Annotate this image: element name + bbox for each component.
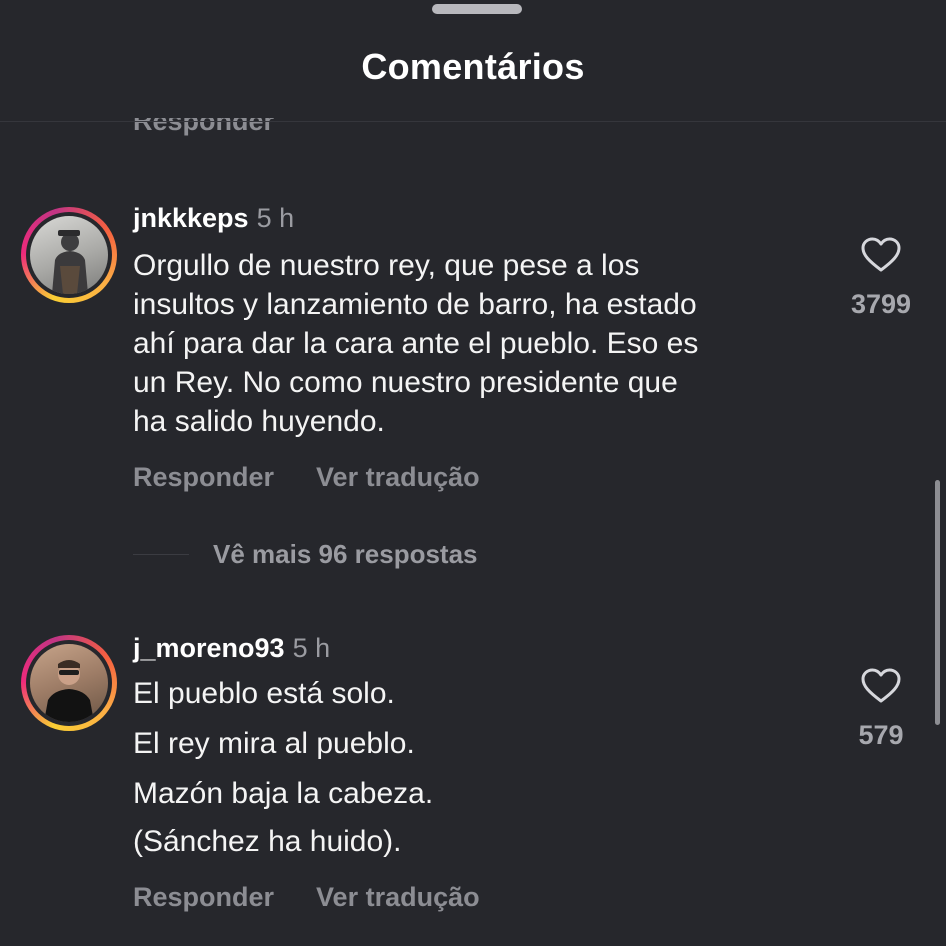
avatar[interactable]: [21, 635, 117, 731]
username-text[interactable]: j_moreno93: [133, 633, 285, 663]
comment-actions: Responder Ver tradução: [133, 882, 480, 913]
comments-sheet: Comentários Responder jnkkkeps 5 h Orgull…: [0, 0, 946, 946]
like-count: 579: [858, 720, 904, 750]
scrollbar[interactable]: [935, 480, 940, 725]
username-text[interactable]: jnkkkeps: [133, 203, 249, 233]
comment-time: 5 h: [292, 633, 331, 663]
page-title: Comentários: [361, 46, 585, 87]
header-divider: [0, 121, 946, 122]
comment-username[interactable]: jnkkkeps 5 h: [133, 203, 294, 234]
comment-text-line: El rey mira al pueblo.: [133, 727, 415, 760]
comment-text-line: El pueblo está solo.: [133, 677, 395, 710]
reply-button[interactable]: Responder: [133, 882, 274, 913]
comment-text-line: insultos y lanzamiento de barro, ha esta…: [133, 288, 697, 321]
translate-button[interactable]: Ver tradução: [316, 462, 480, 493]
replies-divider: [133, 553, 189, 555]
drag-handle[interactable]: [432, 4, 522, 14]
avatar-photo: [30, 216, 108, 294]
comment-text-line: ha salido huyendo.: [133, 405, 385, 438]
comment-text-line: Orgullo de nuestro rey, que pese a los: [133, 249, 640, 282]
like-count: 3799: [850, 289, 912, 319]
comment-text-line: (Sánchez ha huido).: [133, 825, 402, 858]
comment-text-line: ahí para dar la cara ante el pueblo. Eso…: [133, 327, 699, 360]
comment-text-line: un Rey. No como nuestro presidente que: [133, 366, 678, 399]
view-more-replies[interactable]: Vê mais 96 respostas: [133, 534, 478, 574]
comment-time: 5 h: [256, 203, 295, 233]
comment-username[interactable]: j_moreno93 5 h: [133, 633, 330, 664]
comment-text-line: Mazón baja la cabeza.: [133, 777, 434, 810]
translate-button[interactable]: Ver tradução: [316, 882, 480, 913]
comment-actions: Responder Ver tradução: [133, 462, 480, 493]
heart-outline-icon[interactable]: [861, 668, 901, 704]
like-control: 579: [836, 668, 926, 751]
avatar-photo: [30, 644, 108, 722]
like-control: 3799: [836, 237, 926, 320]
avatar[interactable]: [21, 207, 117, 303]
reply-button[interactable]: Responder: [133, 462, 274, 493]
view-more-replies-label[interactable]: Vê mais 96 respostas: [213, 539, 478, 570]
heart-outline-icon[interactable]: [861, 237, 901, 273]
person-silhouette-icon: [52, 230, 88, 294]
person-silhouette-icon: [44, 660, 94, 722]
